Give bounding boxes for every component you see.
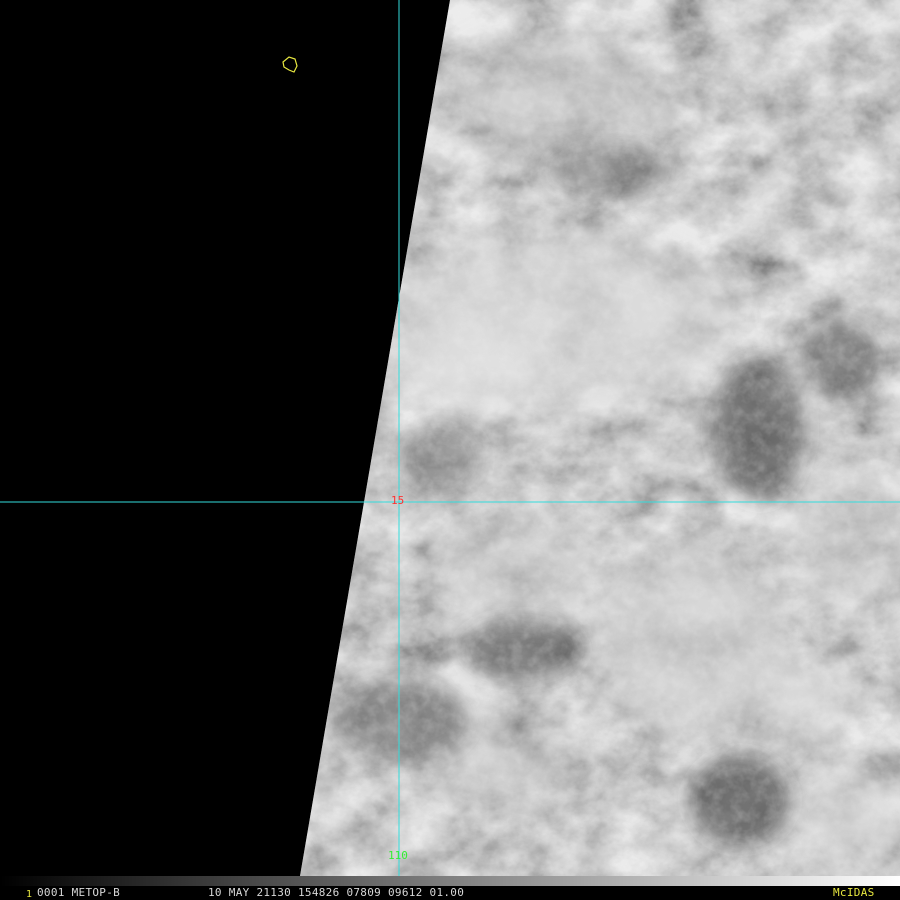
frame-number: 1 (26, 889, 33, 900)
latitude-label: 15 (391, 494, 405, 507)
mcidas-brand: McIDAS (833, 886, 875, 899)
longitude-label: 110 (388, 849, 408, 862)
image-timestamp-info: 10 MAY 21130 154826 07809 09612 01.00 (208, 886, 465, 899)
status-bar: 1 0001 METOP-B 10 MAY 21130 154826 07809… (0, 876, 900, 900)
grayscale-ramp (0, 876, 900, 886)
satellite-name: 0001 METOP-B (37, 886, 121, 899)
satellite-image-viewer: 15 110 1 0001 METOP-B 10 MAY 21130 15482… (0, 0, 900, 900)
satellite-imagery (0, 0, 900, 876)
